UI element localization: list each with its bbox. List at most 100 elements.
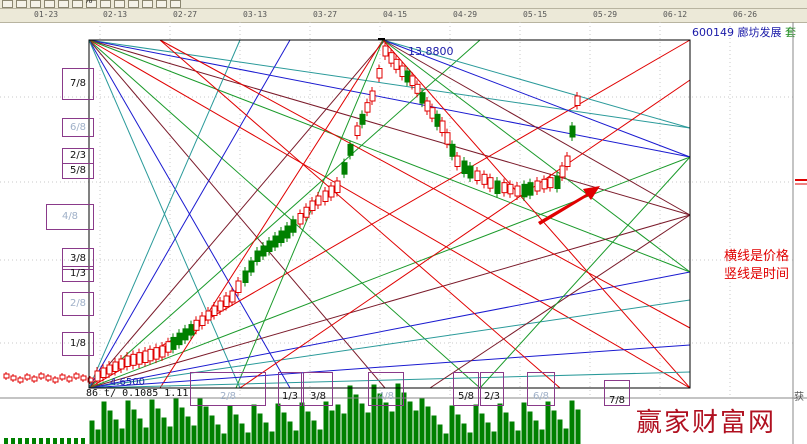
chart-icon[interactable]	[58, 0, 69, 8]
indicator-icon[interactable]	[100, 0, 111, 8]
candle	[419, 92, 426, 104]
volume-bar	[413, 410, 419, 444]
volume-bar	[389, 411, 395, 444]
print-icon[interactable]	[16, 0, 27, 8]
volume-bar	[155, 408, 161, 444]
info-icon[interactable]	[170, 0, 181, 8]
candle	[434, 113, 441, 127]
volume-bar	[67, 438, 71, 444]
red-arrow	[538, 186, 600, 225]
candle	[424, 100, 431, 112]
gann-fan-line	[382, 39, 691, 389]
candle	[341, 162, 348, 175]
level-box-bottom: 1/3	[278, 372, 302, 406]
level-box-bottom: 4/8	[368, 372, 404, 406]
volume-bar	[53, 438, 57, 444]
candle	[454, 155, 461, 167]
candle	[211, 305, 218, 316]
pen-icon[interactable]	[128, 0, 139, 8]
candle	[429, 107, 436, 119]
undo-icon[interactable]	[44, 0, 55, 8]
candle	[38, 373, 45, 379]
candle	[248, 260, 255, 273]
volume-bar	[95, 429, 101, 444]
candle	[217, 300, 224, 312]
date-axis-label: 02-27	[173, 10, 198, 19]
candle	[393, 58, 400, 70]
toolbar: %	[0, 0, 807, 9]
volume-bar	[251, 404, 257, 444]
candle	[534, 180, 541, 192]
volume-bar	[101, 401, 107, 444]
copy-icon[interactable]	[30, 0, 41, 8]
candle	[10, 375, 17, 381]
candle	[52, 377, 59, 383]
level-box-bottom: 2/8	[190, 372, 266, 406]
volume-bar	[437, 424, 443, 444]
volume-bar	[125, 400, 131, 444]
candle	[569, 125, 576, 138]
candle	[165, 341, 172, 353]
candle	[80, 375, 87, 381]
volume-bar	[521, 402, 527, 444]
volume-bar	[167, 426, 173, 444]
gann-fan-line	[88, 156, 691, 389]
candle	[3, 373, 10, 379]
volume-bar	[383, 402, 389, 444]
volume-bar	[293, 430, 299, 444]
volume-bar	[569, 400, 575, 444]
volume-bar	[527, 411, 533, 444]
annotation-note: 横线是价格 竖线是时间	[724, 248, 789, 284]
candle	[235, 280, 242, 293]
candle	[59, 374, 66, 380]
volume-readout: 86 t/ 0.1085 1.11	[86, 388, 189, 399]
window-icon[interactable]	[156, 0, 167, 8]
volume-bar	[449, 405, 455, 444]
candle	[388, 52, 395, 64]
volume-bar	[491, 431, 497, 444]
level-box-bottom: 2/3	[480, 372, 504, 406]
volume-bar	[317, 429, 323, 444]
level-box-bottom: 7/8	[604, 380, 630, 406]
level-box-left: 2/3	[62, 148, 94, 164]
candle	[142, 350, 149, 363]
candle	[266, 240, 273, 252]
grid-icon[interactable]	[72, 0, 83, 8]
percent-toggle[interactable]: %	[84, 0, 93, 6]
volume-bar	[407, 401, 413, 444]
level-box-left: 1/3	[62, 266, 94, 282]
settings-icon[interactable]	[142, 0, 153, 8]
volume-bar	[143, 427, 149, 444]
candle	[487, 177, 494, 189]
save-icon[interactable]	[2, 0, 13, 8]
volume-bar	[227, 405, 233, 444]
price-low-label: 4.6500	[110, 377, 145, 388]
zoom-icon[interactable]	[114, 0, 125, 8]
level-box-left: 1/8	[62, 332, 94, 356]
volume-bar	[137, 418, 143, 444]
volume-bar	[239, 423, 245, 444]
candle	[73, 373, 80, 379]
candle	[334, 180, 341, 193]
candle	[106, 364, 113, 375]
volume-bar	[539, 429, 545, 444]
volume-bar	[4, 438, 8, 444]
candle	[315, 195, 322, 206]
level-box-bottom: 6/8	[527, 372, 555, 406]
volume-bar	[149, 399, 155, 444]
volume-bar	[329, 410, 335, 444]
date-axis-label: 03-27	[313, 10, 338, 19]
candle	[159, 345, 166, 358]
volume-bar	[269, 431, 275, 444]
candle	[278, 230, 285, 243]
date-axis-label: 05-15	[523, 10, 548, 19]
date-axis-label: 06-26	[733, 10, 758, 19]
volume-bar	[359, 403, 365, 444]
volume-bar	[46, 438, 50, 444]
candle	[223, 295, 230, 307]
candle	[409, 75, 416, 86]
candle	[284, 225, 291, 239]
volume-bar	[81, 438, 85, 444]
candle	[170, 336, 177, 350]
candle	[100, 367, 107, 378]
